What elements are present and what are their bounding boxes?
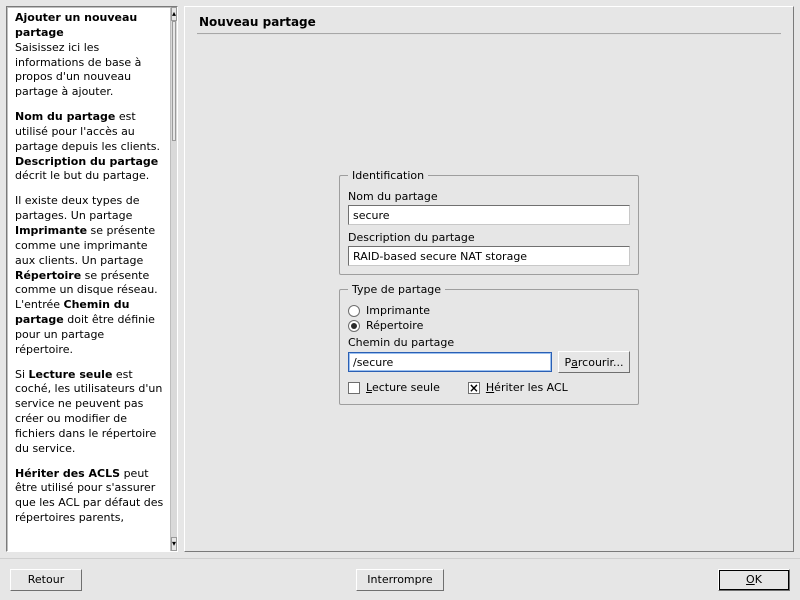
help-bold-inherit: Hériter des ACLS: [15, 467, 120, 480]
title-separator: [197, 33, 781, 35]
help-bold-printer: Imprimante: [15, 224, 87, 237]
radio-directory-label: Répertoire: [366, 319, 423, 332]
scroll-up-button[interactable]: ▴: [171, 7, 177, 21]
radio-printer-indicator: [348, 305, 360, 317]
inherit-acl-checkbox[interactable]: Hériter les ACL: [468, 381, 568, 394]
help-panel: Ajouter un nouveau partage Saisissez ici…: [6, 6, 178, 552]
help-p1: Saisissez ici les informations de base à…: [15, 41, 141, 99]
share-path-label: Chemin du partage: [348, 336, 630, 349]
share-name-label: Nom du partage: [348, 190, 630, 203]
radio-directory-indicator: [348, 320, 360, 332]
scroll-track[interactable]: [171, 21, 177, 537]
identification-legend: Identification: [348, 169, 428, 182]
wizard-button-bar: Retour Interrompre OK: [0, 558, 800, 600]
share-type-group: Type de partage Imprimante Répertoire Ch…: [339, 283, 639, 405]
radio-printer[interactable]: Imprimante: [348, 304, 630, 317]
inherit-label: Hériter les ACL: [486, 381, 568, 394]
scroll-down-button[interactable]: ▾: [171, 537, 177, 551]
radio-directory[interactable]: Répertoire: [348, 319, 630, 332]
help-bold-share-desc: Description du partage: [15, 155, 158, 168]
main-panel: Nouveau partage Identification Nom du pa…: [184, 6, 794, 552]
share-desc-input[interactable]: [348, 246, 630, 266]
scroll-thumb[interactable]: [172, 21, 176, 141]
readonly-label: Lecture seule: [366, 381, 440, 394]
inherit-check-indicator: [468, 382, 480, 394]
help-bold-share-name: Nom du partage: [15, 110, 115, 123]
back-button[interactable]: Retour: [10, 569, 82, 591]
help-scrollbar[interactable]: ▴ ▾: [170, 7, 177, 551]
share-type-legend: Type de partage: [348, 283, 445, 296]
readonly-checkbox[interactable]: Lecture seule: [348, 381, 440, 394]
share-path-input[interactable]: [348, 352, 552, 372]
radio-printer-label: Imprimante: [366, 304, 430, 317]
abort-button[interactable]: Interrompre: [356, 569, 443, 591]
ok-button[interactable]: OK: [718, 569, 790, 591]
help-text: Ajouter un nouveau partage Saisissez ici…: [7, 7, 170, 551]
share-desc-label: Description du partage: [348, 231, 630, 244]
help-title: Ajouter un nouveau partage: [15, 11, 137, 39]
help-bold-directory: Répertoire: [15, 269, 81, 282]
help-bold-readonly: Lecture seule: [29, 368, 113, 381]
share-name-input[interactable]: [348, 205, 630, 225]
readonly-check-indicator: [348, 382, 360, 394]
page-title: Nouveau partage: [197, 13, 781, 33]
identification-group: Identification Nom du partage Descriptio…: [339, 169, 639, 275]
browse-button[interactable]: Parcourir...: [558, 351, 630, 373]
